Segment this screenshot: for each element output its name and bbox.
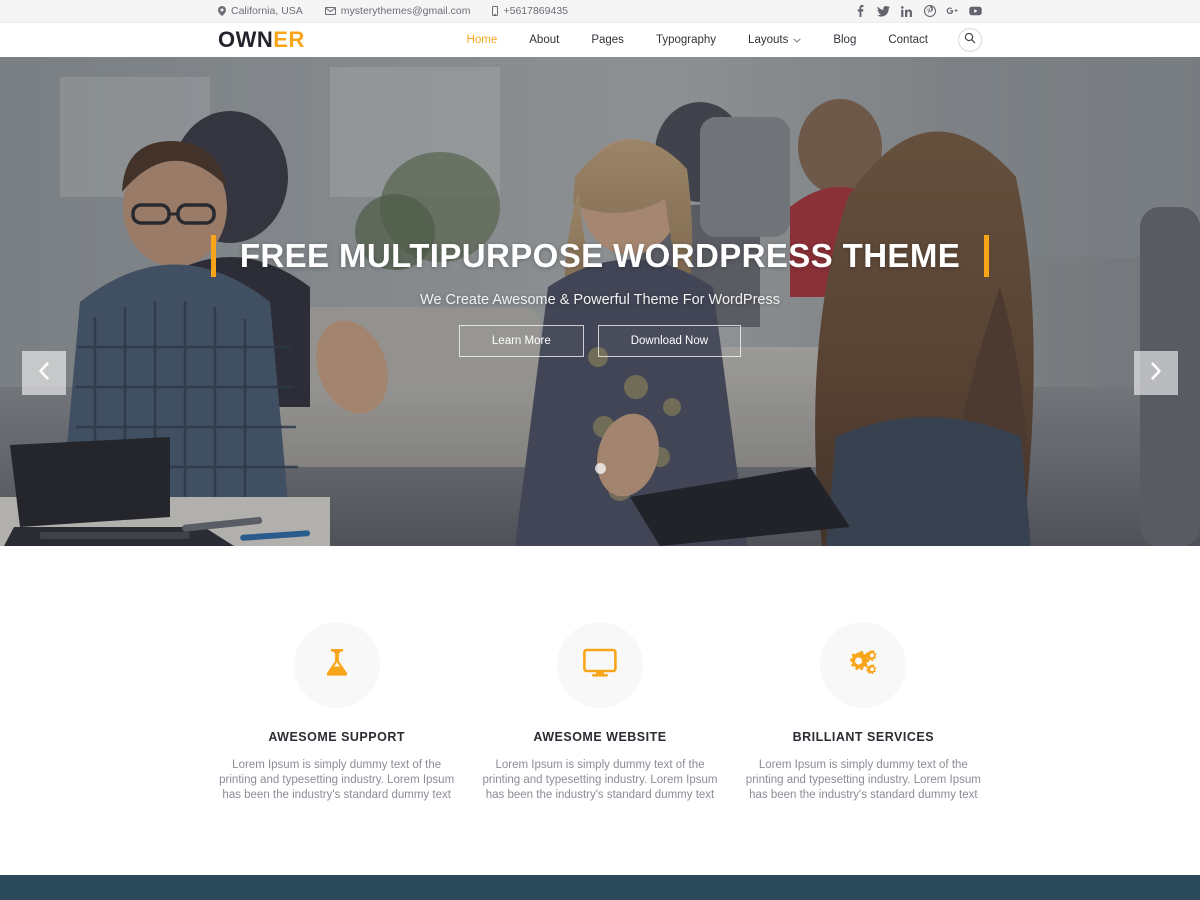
monitor-icon xyxy=(583,648,617,683)
logo-accent-text: ER xyxy=(273,27,305,52)
nav-label-about: About xyxy=(529,34,560,46)
nav-item-layouts[interactable]: Layouts xyxy=(732,34,817,46)
hero-content: FREE MULTIPURPOSE WORDPRESS THEME We Cre… xyxy=(0,235,1200,357)
pinterest-icon[interactable] xyxy=(923,5,936,18)
nav-item-home[interactable]: Home xyxy=(451,34,514,46)
nav-label-blog: Blog xyxy=(833,34,857,46)
chevron-down-icon xyxy=(793,34,802,46)
service-card-awesome-website: AWESOME WEBSITE Lorem Ipsum is simply du… xyxy=(468,622,731,875)
linkedin-icon[interactable] xyxy=(900,5,913,18)
chevron-left-icon xyxy=(38,361,50,385)
carousel-dot[interactable] xyxy=(594,463,606,474)
service-card-awesome-support: AWESOME SUPPORT Lorem Ipsum is simply du… xyxy=(205,622,468,875)
facebook-icon[interactable] xyxy=(854,5,867,18)
service-title: BRILLIANT SERVICES xyxy=(792,730,935,744)
email-text: mysterythemes@gmail.com xyxy=(340,5,471,17)
location-item: California, USA xyxy=(218,5,303,17)
chevron-right-icon xyxy=(1150,361,1162,385)
carousel-next-button[interactable] xyxy=(1134,351,1178,395)
service-icon-wrap xyxy=(820,622,907,708)
services-section: AWESOME SUPPORT Lorem Ipsum is simply du… xyxy=(0,546,1200,875)
service-description: Lorem Ipsum is simply dummy text of the … xyxy=(219,759,455,802)
google-plus-icon[interactable] xyxy=(946,5,959,18)
service-icon-wrap xyxy=(293,622,380,708)
hero-title-row: FREE MULTIPURPOSE WORDPRESS THEME xyxy=(0,235,1200,277)
top-bar-contact-group: California, USA mysterythemes@gmail.com … xyxy=(218,5,568,17)
nav-label-home: Home xyxy=(466,34,498,46)
nav-item-contact[interactable]: Contact xyxy=(872,34,944,46)
envelope-icon xyxy=(324,7,336,15)
flask-icon xyxy=(322,647,352,684)
nav-label-typography: Typography xyxy=(655,34,717,46)
hero-accent-bar-right xyxy=(984,235,990,277)
nav-item-pages[interactable]: Pages xyxy=(575,34,640,46)
service-description: Lorem Ipsum is simply dummy text of the … xyxy=(482,759,718,802)
email-item[interactable]: mysterythemes@gmail.com xyxy=(324,5,471,17)
hero-accent-bar-left xyxy=(210,235,216,277)
search-icon xyxy=(964,31,976,49)
phone-text: +5617869435 xyxy=(503,5,568,17)
nav-label-pages: Pages xyxy=(591,34,624,46)
service-title: AWESOME SUPPORT xyxy=(268,730,405,744)
hero-button-group: Learn More Download Now xyxy=(0,325,1200,357)
search-button[interactable] xyxy=(958,28,982,52)
phone-icon xyxy=(492,6,499,16)
service-title: AWESOME WEBSITE xyxy=(533,730,667,744)
nav-item-about[interactable]: About xyxy=(513,34,575,46)
nav-item-typography[interactable]: Typography xyxy=(640,34,732,46)
service-description: Lorem Ipsum is simply dummy text of the … xyxy=(745,759,981,802)
main-navigation: Home About Pages Typography Layouts Blog… xyxy=(451,28,982,52)
gears-icon xyxy=(846,648,880,683)
service-card-brilliant-services: BRILLIANT SERVICES Lorem Ipsum is simply… xyxy=(732,622,995,875)
hero-slider: FREE MULTIPURPOSE WORDPRESS THEME We Cre… xyxy=(0,57,1200,546)
nav-item-blog[interactable]: Blog xyxy=(817,34,872,46)
top-bar: California, USA mysterythemes@gmail.com … xyxy=(0,0,1200,23)
youtube-icon[interactable] xyxy=(969,5,982,18)
phone-item[interactable]: +5617869435 xyxy=(492,5,568,17)
social-links xyxy=(854,5,982,18)
twitter-icon[interactable] xyxy=(877,5,890,18)
service-icon-wrap xyxy=(556,622,643,708)
logo-primary-text: OWN xyxy=(218,27,274,52)
nav-label-contact: Contact xyxy=(888,34,928,46)
services-grid: AWESOME SUPPORT Lorem Ipsum is simply du… xyxy=(205,622,995,875)
location-text: California, USA xyxy=(231,5,303,17)
carousel-prev-button[interactable] xyxy=(22,351,66,395)
hero-title: FREE MULTIPURPOSE WORDPRESS THEME xyxy=(239,237,961,274)
nav-label-layouts: Layouts xyxy=(748,34,789,46)
map-marker-icon xyxy=(218,6,226,16)
site-logo[interactable]: OWNER xyxy=(218,27,305,53)
cta-band: WE CREATE AWESOME & POWERFUL THEME FOR W… xyxy=(0,875,1200,900)
learn-more-button[interactable]: Learn More xyxy=(458,325,584,357)
hero-subtitle: We Create Awesome & Powerful Theme For W… xyxy=(420,292,780,308)
download-now-button[interactable]: Download Now xyxy=(597,325,742,357)
carousel-indicators xyxy=(0,463,1200,474)
site-header: OWNER Home About Pages Typography Layout… xyxy=(0,23,1200,57)
